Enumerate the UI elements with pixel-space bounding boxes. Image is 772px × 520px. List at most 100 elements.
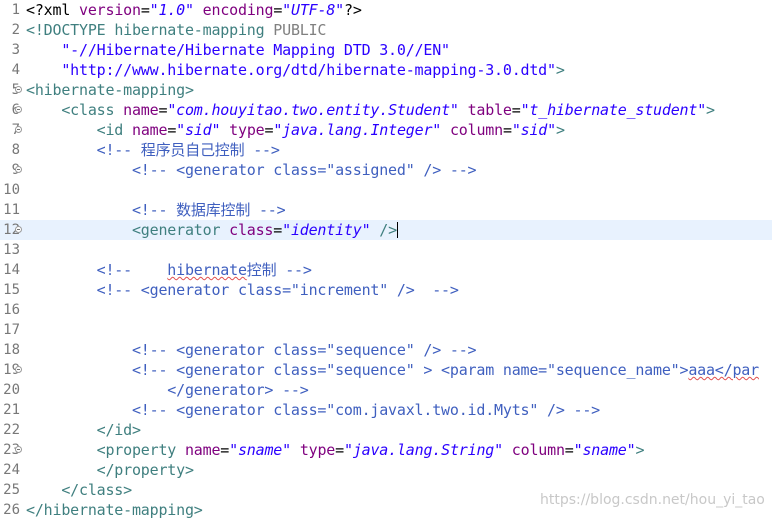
code-token: <!-- <generator class="sequence" > <para…: [26, 361, 689, 379]
code-token: <class: [26, 101, 124, 119]
code-text: <!-- <generator class="com.javaxl.two.id…: [26, 400, 600, 420]
line-number: 16: [3, 302, 20, 318]
code-token: version: [79, 1, 141, 19]
code-line[interactable]: 4 "http://www.hibernate.org/dtd/hibernat…: [0, 60, 772, 80]
code-token: <id: [26, 121, 132, 139]
code-token: "1.0": [149, 1, 194, 19]
code-line[interactable]: 2 <!DOCTYPE hibernate-mapping PUBLIC: [0, 20, 772, 40]
code-token: >: [555, 121, 565, 139]
code-line[interactable]: 6 <class name="com.houyitao.two.entity.S…: [0, 100, 772, 120]
code-line[interactable]: 20 </generator> -->: [0, 380, 772, 400]
code-token: =: [273, 221, 283, 239]
code-text: <!-- hibernate控制 -->: [26, 260, 312, 280]
code-token: name: [123, 101, 159, 119]
code-token: class: [229, 221, 274, 239]
line-number: 11: [3, 202, 20, 218]
fold-toggle-icon[interactable]: [15, 366, 22, 373]
code-text: <class name="com.houyitao.two.entity.Stu…: [26, 100, 715, 120]
fold-toggle-icon[interactable]: [15, 106, 22, 113]
code-token: =: [511, 101, 521, 119]
code-token: <!DOCTYPE: [26, 21, 115, 39]
code-line[interactable]: 14 <!-- hibernate控制 -->: [0, 260, 772, 280]
code-token: =: [264, 121, 274, 139]
code-line[interactable]: 22 </id>: [0, 420, 772, 440]
code-text: <!-- <generator class="assigned" /> -->: [26, 160, 477, 180]
code-line[interactable]: 10: [0, 180, 772, 200]
code-line[interactable]: 15 <!-- <generator class="increment" /> …: [0, 280, 772, 300]
fold-toggle-icon[interactable]: [15, 446, 22, 453]
code-text: <!-- 程序员自己控制 -->: [26, 140, 280, 160]
code-token: <hibernate-mapping>: [26, 81, 194, 99]
code-token: >: [635, 441, 645, 459]
code-token: "sname": [573, 441, 636, 459]
line-number: 24: [3, 462, 20, 478]
code-token: hibernate: [167, 261, 247, 279]
code-line[interactable]: 11 <!-- 数据库控制 -->: [0, 200, 772, 220]
code-token: </id>: [26, 421, 141, 439]
code-text: <generator class="identity" />: [26, 220, 398, 240]
code-token: </generator> -->: [26, 381, 309, 399]
code-token: <?xml: [26, 1, 79, 19]
code-text: </id>: [26, 420, 141, 440]
code-token: =: [502, 121, 512, 139]
line-number: 21: [3, 402, 20, 418]
line-number: 8: [11, 142, 20, 158]
code-line[interactable]: 1 <?xml version="1.0" encoding="UTF-8"?>: [0, 0, 772, 20]
code-token: "java.lang.Integer": [273, 121, 442, 139]
fold-toggle-icon[interactable]: [15, 166, 22, 173]
code-line[interactable]: 23 <property name="sname" type="java.lan…: [0, 440, 772, 460]
line-number: 13: [3, 242, 20, 258]
code-text: <!-- <generator class="increment" /> -->: [26, 280, 459, 300]
code-text: <!-- 数据库控制 -->: [26, 200, 286, 220]
line-number: 1: [11, 2, 20, 18]
line-number: 18: [3, 342, 20, 358]
code-token: encoding: [202, 1, 274, 19]
code-token: "UTF-8": [282, 1, 344, 19]
code-token: "t_hibernate_student": [520, 101, 707, 119]
code-token: name: [131, 121, 168, 139]
code-token: <!-- <generator class="assigned" /> -->: [26, 161, 477, 179]
code-token: "identity": [282, 221, 371, 239]
line-number: 4: [11, 62, 20, 78]
code-line[interactable]: 12 <generator class="identity" />: [0, 220, 772, 240]
code-token: column: [511, 441, 565, 459]
code-text: <hibernate-mapping>: [26, 80, 194, 100]
code-token: "sid": [511, 121, 556, 139]
code-line[interactable]: 16: [0, 300, 772, 320]
code-token: type: [229, 121, 265, 139]
code-token: <!-- 数据库控制 -->: [26, 201, 286, 219]
fold-toggle-icon[interactable]: [15, 86, 22, 93]
code-token: name: [184, 441, 221, 459]
code-token: <property: [26, 441, 185, 459]
code-editor[interactable]: 1 <?xml version="1.0" encoding="UTF-8"?> 2…: [0, 0, 772, 520]
code-line[interactable]: 24 </property>: [0, 460, 772, 480]
code-line[interactable]: 19 <!-- <generator class="sequence" > <p…: [0, 360, 772, 380]
code-token: =: [167, 121, 177, 139]
code-line[interactable]: 18 <!-- <generator class="sequence" /> -…: [0, 340, 772, 360]
code-line[interactable]: 8 <!-- 程序员自己控制 -->: [0, 140, 772, 160]
code-text: <!-- <generator class="sequence" /> -->: [26, 340, 477, 360]
code-text: <!-- <generator class="sequence" > <para…: [26, 360, 759, 380]
code-line[interactable]: 7 <id name="sid" type="java.lang.Integer…: [0, 120, 772, 140]
code-token: </class>: [26, 481, 132, 499]
code-token: "http://www.hibernate.org/dtd/hibernate-…: [26, 61, 556, 79]
code-line[interactable]: 3 "-//Hibernate/Hibernate Mapping DTD 3.…: [0, 40, 772, 60]
code-token: >: [555, 61, 565, 79]
code-line[interactable]: 13: [0, 240, 772, 260]
line-number: 10: [3, 182, 20, 198]
code-token: "-//Hibernate/Hibernate Mapping DTD 3.0/…: [26, 41, 450, 59]
watermark: https://blog.csdn.net/hou_yi_tao: [540, 492, 765, 508]
code-text: <property name="sname" type="java.lang.S…: [26, 440, 645, 460]
fold-toggle-icon[interactable]: [15, 126, 22, 133]
fold-toggle-icon[interactable]: [15, 226, 22, 233]
code-line[interactable]: 17: [0, 320, 772, 340]
code-line[interactable]: 5<hibernate-mapping>: [0, 80, 772, 100]
code-line[interactable]: 21 <!-- <generator class="com.javaxl.two…: [0, 400, 772, 420]
code-token: "sid": [176, 121, 221, 139]
code-line[interactable]: 9 <!-- <generator class="assigned" /> --…: [0, 160, 772, 180]
